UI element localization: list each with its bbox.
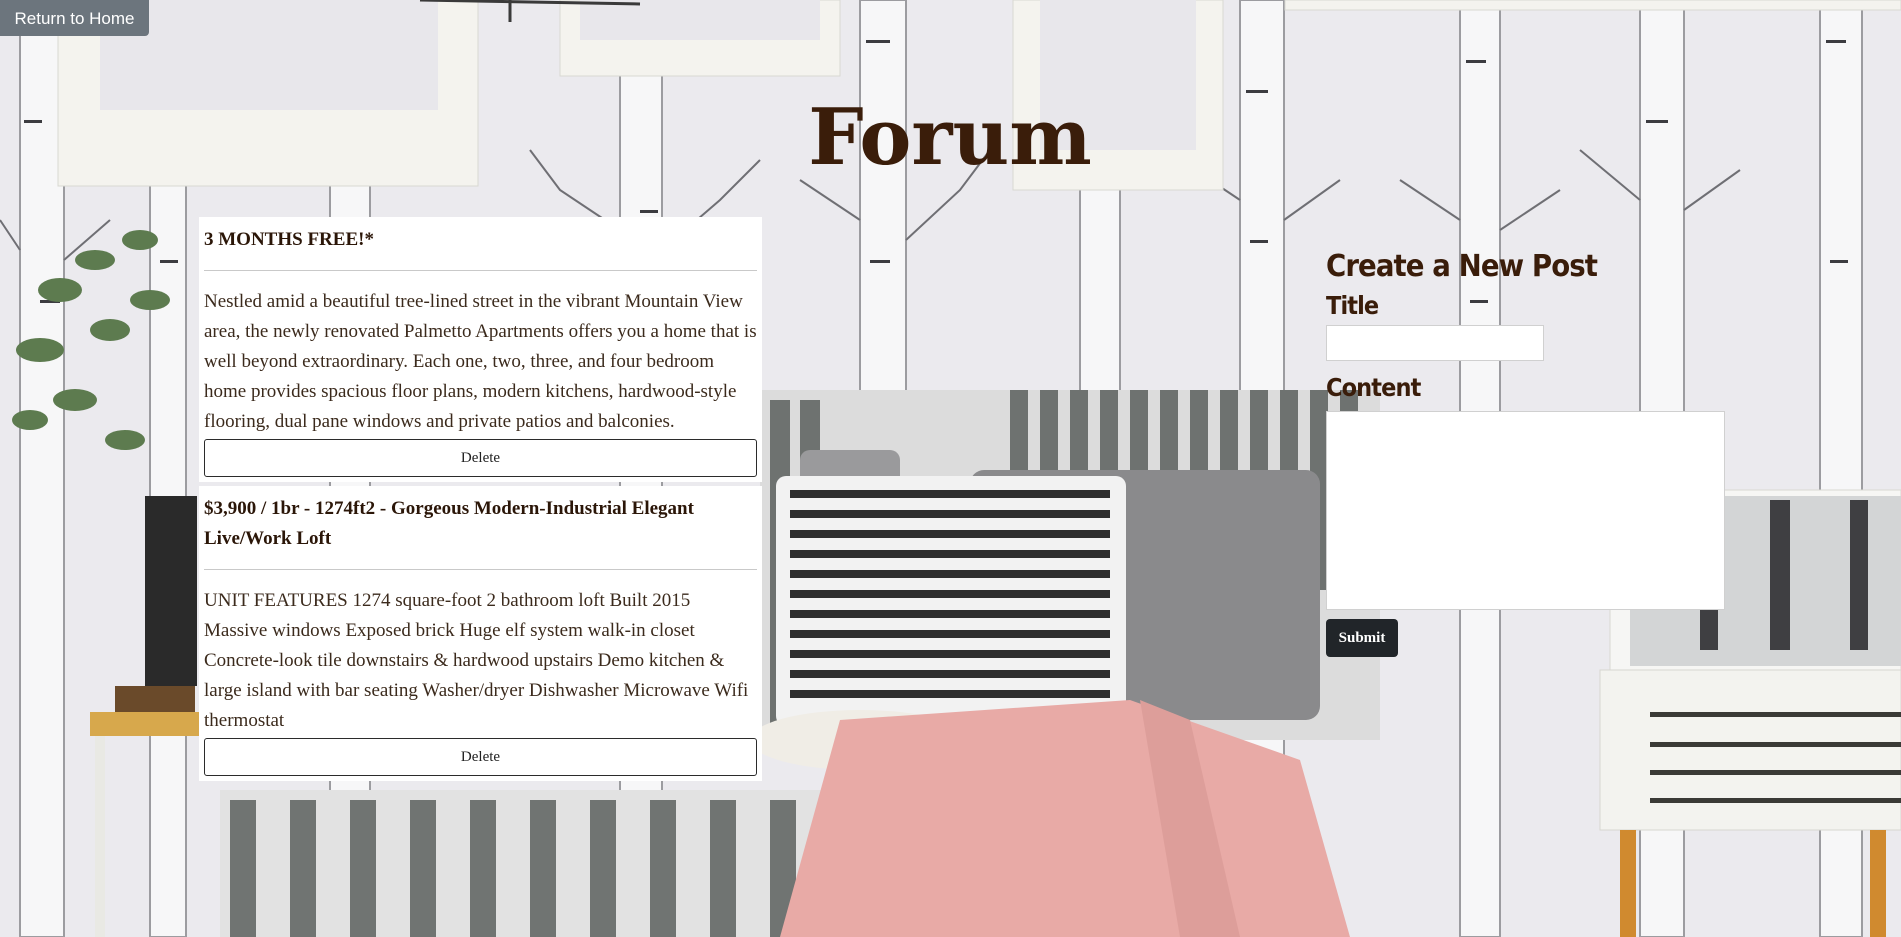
return-home-button[interactable]: Return to Home xyxy=(0,0,149,36)
delete-post-button[interactable]: Delete xyxy=(204,439,757,477)
post-list: 3 MONTHS FREE!* Nestled amid a beautiful… xyxy=(199,217,762,785)
submit-button[interactable]: Submit xyxy=(1326,619,1398,657)
title-label: Title xyxy=(1326,291,1379,320)
post-card: $3,900 / 1br - 1274ft2 - Gorgeous Modern… xyxy=(199,486,762,781)
title-input[interactable] xyxy=(1326,325,1544,361)
page-title: Forum xyxy=(808,92,1092,183)
post-divider xyxy=(204,270,757,271)
post-body: UNIT FEATURES 1274 square-foot 2 bathroo… xyxy=(204,590,749,731)
delete-post-button[interactable]: Delete xyxy=(204,738,757,776)
new-post-form: Create a New Post Title Content Submit xyxy=(1326,245,1726,657)
post-body: Nestled amid a beautiful tree-lined stre… xyxy=(204,291,757,432)
content-textarea[interactable] xyxy=(1326,411,1725,610)
content-label: Content xyxy=(1326,373,1421,402)
post-divider xyxy=(204,569,757,570)
post-title: $3,900 / 1br - 1274ft2 - Gorgeous Modern… xyxy=(204,498,694,549)
new-post-heading: Create a New Post xyxy=(1326,249,1598,284)
post-title: 3 MONTHS FREE!* xyxy=(204,229,374,250)
post-card: 3 MONTHS FREE!* Nestled amid a beautiful… xyxy=(199,217,762,482)
